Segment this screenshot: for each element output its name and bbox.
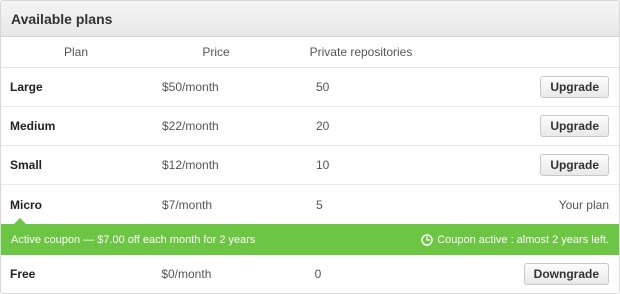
column-header-repos: Private repositories [309,45,413,59]
plan-repos: 20 [316,119,330,133]
upgrade-large-button[interactable]: Upgrade [540,76,609,98]
plan-name: Medium [10,119,56,133]
upgrade-small-button[interactable]: Upgrade [540,154,609,176]
plans-panel: Available plans Plan Price Private repos… [0,0,620,294]
panel-title: Available plans [11,10,113,27]
column-header-plan: Plan [63,45,89,59]
plan-row-large: Large $50/month 50 Upgrade [1,68,619,107]
plan-action: Upgrade [526,154,619,176]
plan-name: Micro [10,197,43,212]
plan-price: $7/month [162,197,213,212]
plan-repos: 10 [316,158,330,172]
plan-row-micro: Micro $7/month 5 Your plan [1,185,619,225]
coupon-message: Active coupon — $7.00 off each month for… [11,233,256,246]
plan-action: Upgrade [526,76,619,98]
plan-name: Free [10,267,36,281]
plan-repos: 0 [314,267,322,281]
plan-action: Upgrade [526,115,619,137]
plan-name: Small [10,158,43,172]
plan-price: $12/month [162,158,219,172]
panel-header: Available plans [1,1,619,37]
column-header-price: Price [202,45,230,59]
plan-action: Downgrade [523,263,619,285]
coupon-status-text: Coupon active : almost 2 years left. [437,233,609,246]
plan-row-small: Small $12/month 10 Upgrade [1,146,619,185]
plan-price: $50/month [162,80,219,94]
coupon-banner: Active coupon — $7.00 off each month for… [1,224,619,255]
table-header: Plan Price Private repositories [1,37,619,68]
current-plan-label: Your plan [558,197,609,212]
plan-price: $22/month [162,119,219,133]
plan-price: $0/month [161,267,212,281]
plan-name: Large [10,80,43,94]
plan-repos: 50 [316,80,330,94]
caret-pointer [13,218,27,225]
plan-row-medium: Medium $22/month 20 Upgrade [1,107,619,146]
upgrade-medium-button[interactable]: Upgrade [540,115,609,137]
plan-action: Your plan [526,198,619,212]
coupon-status: Coupon active : almost 2 years left. [421,234,609,246]
plan-repos: 5 [316,197,323,212]
plan-row-free: Free $0/month 0 Downgrade [1,255,619,293]
clock-icon [421,233,433,246]
downgrade-free-button[interactable]: Downgrade [523,263,610,285]
